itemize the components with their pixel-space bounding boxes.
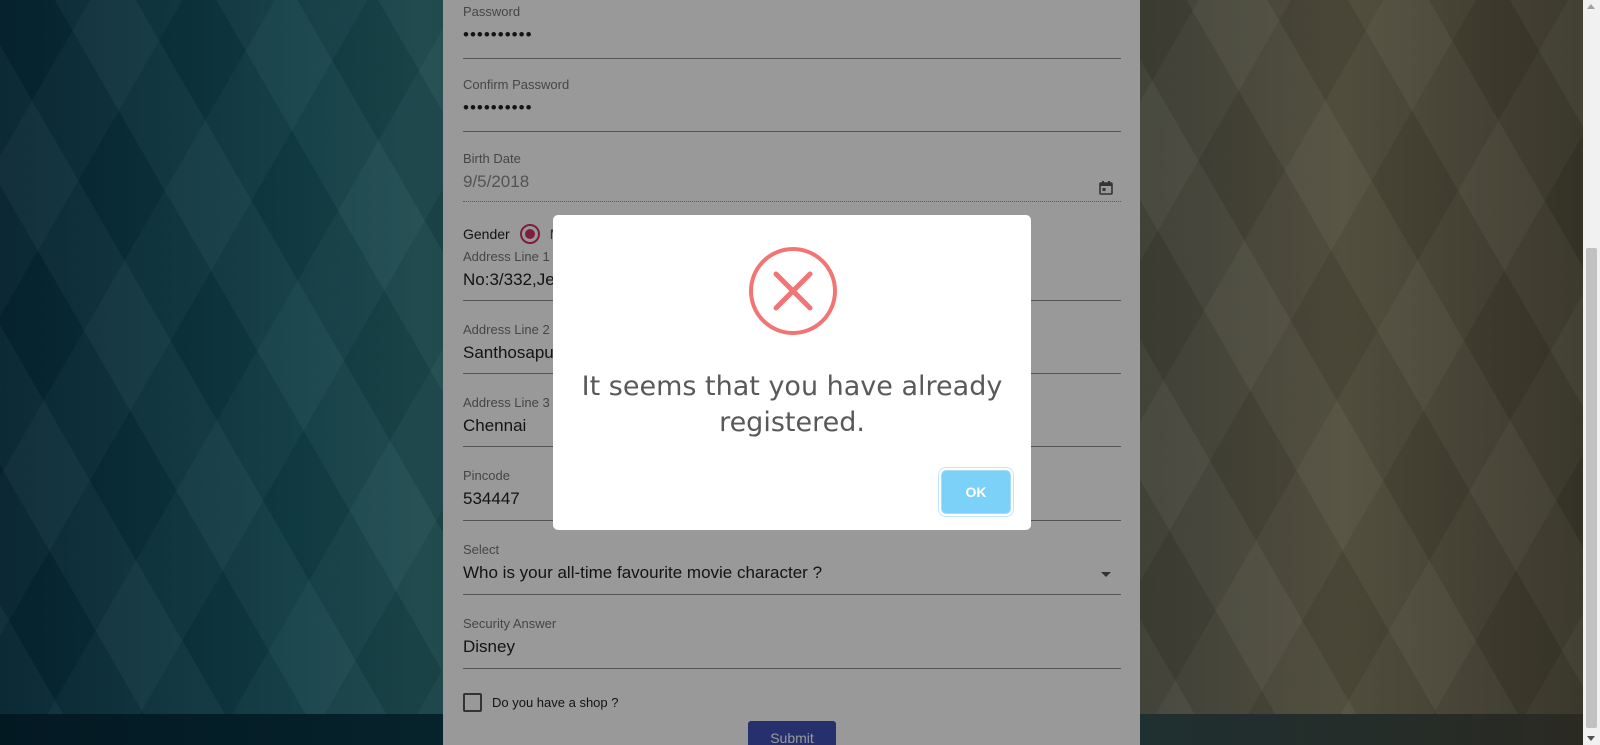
error-x-icon bbox=[749, 247, 837, 335]
ok-button[interactable]: OK bbox=[941, 470, 1011, 514]
scroll-down-arrow-icon[interactable] bbox=[1587, 736, 1595, 741]
dialog-title: It seems that you have already registere… bbox=[581, 371, 1003, 438]
x-mark-icon bbox=[773, 271, 813, 311]
vertical-scrollbar[interactable] bbox=[1583, 0, 1600, 745]
error-dialog: It seems that you have already registere… bbox=[553, 215, 1031, 530]
scroll-up-arrow-icon[interactable] bbox=[1587, 4, 1595, 9]
scroll-thumb[interactable] bbox=[1586, 248, 1597, 728]
